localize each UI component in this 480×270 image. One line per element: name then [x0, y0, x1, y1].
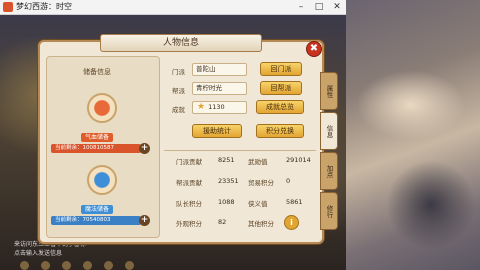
toolbar-icon[interactable] — [83, 261, 92, 270]
toolbar-icon[interactable] — [20, 261, 29, 270]
app-icon — [3, 2, 13, 12]
stat-value: 8251 — [218, 156, 235, 164]
tab-info[interactable]: 信息 — [320, 112, 338, 150]
hp-add-button[interactable]: + — [139, 143, 150, 154]
minimize-button[interactable]: – — [292, 0, 310, 14]
hp-remaining: 当前剩余：100810587 — [51, 144, 141, 153]
wallpaper-shadow — [386, 160, 476, 250]
stat-value: 82 — [218, 218, 227, 226]
stat-label: 门派贡献 — [176, 158, 202, 166]
info-icon[interactable]: i — [284, 215, 299, 230]
storage-section: 储备信息 气血储备 当前剩余：100810587 + 魔法储备 当前剩余：705… — [46, 56, 160, 238]
return-faction-button[interactable]: 回帮派 — [260, 81, 302, 95]
help-stats-button[interactable]: 援助统计 — [192, 124, 242, 138]
mp-add-button[interactable]: + — [139, 215, 150, 226]
stat-label: 其他积分 — [248, 220, 274, 228]
panel-header: 人物信息 — [100, 34, 262, 52]
toolbar-icon[interactable] — [62, 261, 71, 270]
stat-label: 武勋值 — [248, 158, 268, 166]
mp-remaining: 当前剩余：70540803 — [51, 216, 141, 225]
window-close-button[interactable]: ✕ — [328, 0, 346, 14]
desktop-wallpaper — [346, 0, 480, 270]
toolbar-icon[interactable] — [125, 261, 134, 270]
tab-attributes[interactable]: 属性 — [320, 72, 338, 110]
bottom-toolbar — [20, 261, 240, 270]
stat-value: 1088 — [218, 198, 235, 206]
points-exchange-button[interactable]: 积分兑换 — [256, 124, 304, 138]
stat-value: 23351 — [218, 177, 239, 185]
achieve-label: 成就 — [172, 106, 185, 114]
panel-title: 人物信息 — [162, 38, 199, 48]
hp-label: 气血储备 — [81, 133, 114, 142]
mp-pot-icon — [87, 165, 117, 195]
window-title: 梦幻西游：时空 — [16, 2, 72, 11]
stat-value: 5861 — [286, 198, 303, 206]
return-sect-button[interactable]: 回门派 — [260, 62, 302, 76]
maximize-button[interactable]: □ — [310, 0, 328, 14]
stat-value: 291014 — [286, 156, 311, 164]
faction-label: 帮派 — [172, 87, 185, 95]
character-info-panel: 人物信息 ✖ 储备信息 气血储备 当前剩余：100810587 + 魔法储备 当… — [38, 34, 324, 244]
stat-label: 侠义值 — [248, 200, 268, 208]
stat-label: 贸易积分 — [248, 179, 274, 187]
toolbar-icon[interactable] — [41, 261, 50, 270]
tab-add-points[interactable]: 加点 — [320, 152, 338, 190]
wallpaper-cloud — [356, 70, 466, 140]
divider — [164, 150, 316, 151]
toolbar-icon[interactable] — [104, 261, 113, 270]
close-button[interactable]: ✖ — [306, 41, 322, 57]
storage-title: 储备信息 — [83, 68, 111, 76]
mp-label: 魔法储备 — [81, 205, 114, 214]
stat-label: 帮派贡献 — [176, 179, 202, 187]
stat-value: 0 — [286, 177, 291, 185]
faction-value: 青柠时光 — [192, 82, 247, 95]
sect-label: 门派 — [172, 68, 185, 76]
achieve-total-button[interactable]: 成就总览 — [256, 100, 304, 114]
star-icon: ★ — [196, 102, 206, 112]
hp-pot-icon — [87, 93, 117, 123]
stat-label: 队长积分 — [176, 200, 202, 208]
achieve-value: 1130 — [208, 103, 225, 111]
stat-label: 外观积分 — [176, 220, 202, 228]
chat-input-hint[interactable]: 点击输入发送信息 — [14, 249, 86, 258]
achieve-field: ★ 1130 — [192, 101, 247, 114]
window-titlebar: 梦幻西游：时空 – □ ✕ — [0, 0, 346, 15]
tab-cultivation[interactable]: 修行 — [320, 192, 338, 230]
sect-value: 普陀山 — [192, 63, 247, 76]
